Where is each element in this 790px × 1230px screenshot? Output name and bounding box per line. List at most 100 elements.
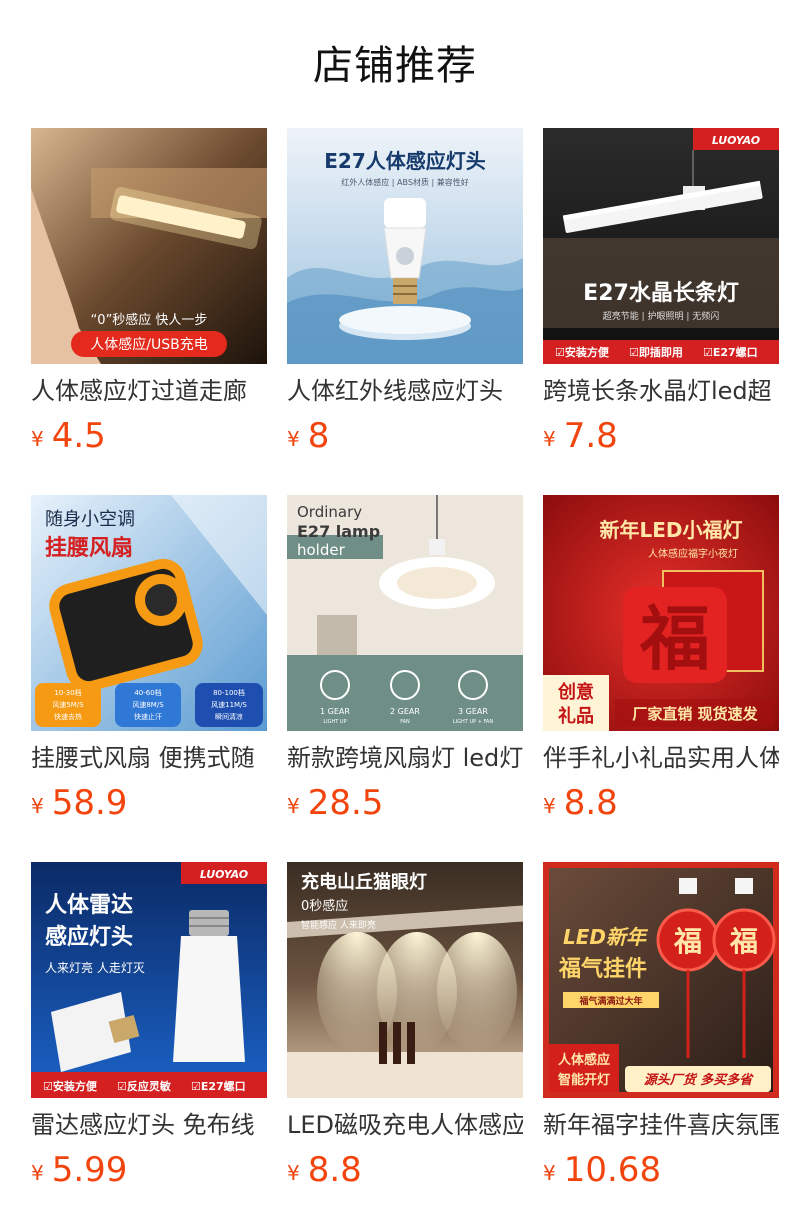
image-caption: “0”秒感应 快人一步 xyxy=(91,312,208,328)
image-headline: E27 lamp xyxy=(297,522,380,541)
product-price: ¥4.5 xyxy=(31,414,106,458)
currency-symbol: ¥ xyxy=(543,794,556,818)
spec-label: 快速止汗 xyxy=(134,712,162,721)
price-value: 58.9 xyxy=(51,783,128,823)
product-price: ¥28.5 xyxy=(287,781,383,825)
currency-symbol: ¥ xyxy=(287,427,300,451)
product-name[interactable]: 挂腰式风扇 便携式随 xyxy=(31,741,267,775)
product-price: ¥8 xyxy=(287,414,329,458)
fu-character: 福 xyxy=(639,597,710,680)
price-value: 8.8 xyxy=(563,783,618,823)
spec-label: 80-100档 xyxy=(213,688,245,697)
image-headline: 人体雷达 xyxy=(45,893,133,918)
feature-tag: ☑E27螺口 xyxy=(191,1079,246,1093)
price-value: 8.8 xyxy=(307,1150,362,1190)
image-tag: 人体感应 xyxy=(558,1052,610,1068)
currency-symbol: ¥ xyxy=(31,1161,44,1185)
product-price: ¥8.8 xyxy=(287,1148,362,1192)
product-name[interactable]: 跨境长条水晶灯led超 xyxy=(543,374,779,408)
feature-tag: ☑即插即用 xyxy=(629,345,683,359)
feature-tag: ☑安装方便 xyxy=(555,345,610,359)
image-headline: holder xyxy=(297,541,346,559)
spec-label: 瞬间清凉 xyxy=(215,712,243,721)
product-name[interactable]: 雷达感应灯头 免布线 xyxy=(31,1108,267,1142)
feature-tag: ☑E27螺口 xyxy=(703,345,758,359)
image-headline: LED新年 xyxy=(563,925,649,949)
product-image[interactable]: 新年LED小福灯 人体感应福字小夜灯 福 创意 礼品 厂家直销 现货速发 xyxy=(543,495,779,731)
product-image[interactable]: “0”秒感应 快人一步 人体感应/USB充电 xyxy=(31,128,267,364)
image-tag: 礼品 xyxy=(558,705,594,727)
product-price: ¥8.8 xyxy=(543,781,618,825)
spec-label: 40-60档 xyxy=(134,688,161,697)
product-image[interactable]: 随身小空调 挂腰风扇 10-30档 风速5M/S 快速去热 40-60档 风速8… xyxy=(31,495,267,731)
mode-sublabel: LIGHT UP xyxy=(323,719,346,725)
currency-symbol: ¥ xyxy=(287,794,300,818)
spec-label: 快速去热 xyxy=(54,712,82,721)
product-card[interactable]: Ordinary E27 lamp holder 1 GEAR LIGHT UP… xyxy=(287,495,523,825)
product-card[interactable]: LED新年 福气挂件 福气满满过大年 福 福 人体感应 智能开灯 源头厂货 多买… xyxy=(543,862,779,1192)
image-badge: 人体感应/USB充电 xyxy=(90,336,207,353)
product-image[interactable]: 充电山丘猫眼灯 0秒感应 智能感应 人来即亮 xyxy=(287,862,523,1098)
image-headline: E27人体感应灯头 xyxy=(324,149,486,173)
product-name[interactable]: LED磁吸充电人体感应 xyxy=(287,1108,523,1142)
spec-label: 10-30档 xyxy=(54,688,81,697)
price-value: 4.5 xyxy=(51,416,106,456)
image-subtitle: 人来灯亮 人走灯灭 xyxy=(45,960,145,975)
spec-label: 风速5M/S xyxy=(52,701,84,709)
product-card[interactable]: 充电山丘猫眼灯 0秒感应 智能感应 人来即亮 LED磁吸充电人体感应 ¥8.8 xyxy=(287,862,523,1192)
feature-tag: ☑反应灵敏 xyxy=(117,1079,172,1093)
product-card[interactable]: 随身小空调 挂腰风扇 10-30档 风速5M/S 快速去热 40-60档 风速8… xyxy=(31,495,267,825)
image-banner: 厂家直销 现货速发 xyxy=(632,705,758,723)
image-headline: 新年LED小福灯 xyxy=(599,518,742,542)
currency-symbol: ¥ xyxy=(543,427,556,451)
spec-label: 风速8M/S xyxy=(132,701,164,709)
product-card[interactable]: E27人体感应灯头 红外人体感应 | ABS材质 | 兼容性好 人体红外线感应灯… xyxy=(287,128,523,458)
mode-sublabel: FAN xyxy=(400,719,410,725)
section-title: 店铺推荐 xyxy=(313,43,477,89)
mode-label: 2 GEAR xyxy=(390,707,420,716)
product-price: ¥58.9 xyxy=(31,781,127,825)
product-card[interactable]: LUOYAO 人体雷达 感应灯头 人来灯亮 人走灯灭 ☑安装方便 ☑反应灵敏 ☑… xyxy=(31,862,267,1192)
mode-sublabel: LIGHT UP + FAN xyxy=(453,719,493,725)
image-headline: 感应灯头 xyxy=(45,924,133,950)
mode-label: 3 GEAR xyxy=(458,707,488,716)
price-value: 7.8 xyxy=(563,416,618,456)
product-image[interactable]: LUOYAO 人体雷达 感应灯头 人来灯亮 人走灯灭 ☑安装方便 ☑反应灵敏 ☑… xyxy=(31,862,267,1098)
product-card[interactable]: LUOYAO E27水晶长条灯 超亮节能 | 护眼照明 | 无频闪 ☑安装方便 … xyxy=(543,128,779,458)
image-headline: 充电山丘猫眼灯 xyxy=(301,871,427,893)
mode-label: 1 GEAR xyxy=(320,707,350,716)
product-image[interactable]: LED新年 福气挂件 福气满满过大年 福 福 人体感应 智能开灯 源头厂货 多买… xyxy=(543,862,779,1098)
spec-label: 风速11M/S xyxy=(211,701,247,709)
product-image[interactable]: LUOYAO E27水晶长条灯 超亮节能 | 护眼照明 | 无频闪 ☑安装方便 … xyxy=(543,128,779,364)
product-name[interactable]: 人体红外线感应灯头 xyxy=(287,374,523,408)
fu-character: 福 xyxy=(729,925,758,958)
product-name[interactable]: 新款跨境风扇灯 led灯 xyxy=(287,741,523,775)
image-headline: 随身小空调 xyxy=(45,509,135,530)
image-subtitle: 福气满满过大年 xyxy=(578,995,642,1007)
product-name[interactable]: 伴手礼小礼品实用人体 xyxy=(543,741,779,775)
feature-tag: ☑安装方便 xyxy=(43,1079,98,1093)
image-headline: Ordinary xyxy=(297,503,362,521)
brand-logo: LUOYAO xyxy=(712,134,760,147)
currency-symbol: ¥ xyxy=(31,427,44,451)
image-tag: 智能开灯 xyxy=(558,1072,610,1088)
fu-character: 福 xyxy=(673,925,702,958)
image-banner: 源头厂货 多买多省 xyxy=(644,1072,755,1088)
price-value: 10.68 xyxy=(563,1150,662,1190)
product-card[interactable]: 新年LED小福灯 人体感应福字小夜灯 福 创意 礼品 厂家直销 现货速发 伴手礼… xyxy=(543,495,779,825)
product-price: ¥7.8 xyxy=(543,414,618,458)
product-image[interactable]: E27人体感应灯头 红外人体感应 | ABS材质 | 兼容性好 xyxy=(287,128,523,364)
product-price: ¥5.99 xyxy=(31,1148,127,1192)
product-image[interactable]: Ordinary E27 lamp holder 1 GEAR LIGHT UP… xyxy=(287,495,523,731)
currency-symbol: ¥ xyxy=(543,1161,556,1185)
product-name[interactable]: 新年福字挂件喜庆氛围 xyxy=(543,1108,779,1142)
image-headline: 福气挂件 xyxy=(558,956,647,982)
currency-symbol: ¥ xyxy=(31,794,44,818)
brand-logo: LUOYAO xyxy=(200,868,248,881)
product-name[interactable]: 人体感应灯过道走廊 xyxy=(31,374,267,408)
product-card[interactable]: “0”秒感应 快人一步 人体感应/USB充电 人体感应灯过道走廊 ¥4.5 xyxy=(31,128,267,458)
product-price: ¥10.68 xyxy=(543,1148,661,1192)
image-subtitle: 红外人体感应 | ABS材质 | 兼容性好 xyxy=(341,177,468,187)
image-headline-strong: 挂腰风扇 xyxy=(45,535,133,561)
image-headline: E27水晶长条灯 xyxy=(583,280,739,306)
